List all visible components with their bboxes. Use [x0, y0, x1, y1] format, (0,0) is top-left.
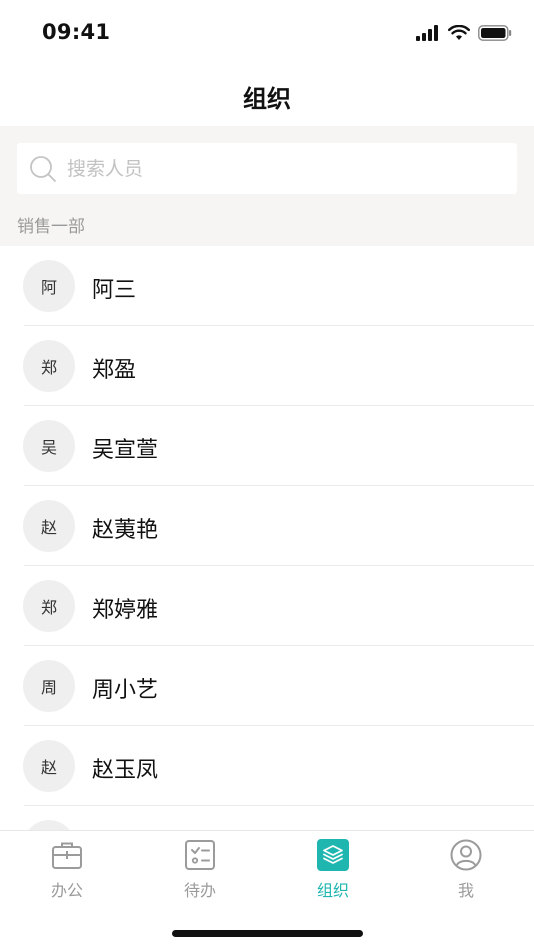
contact-item[interactable]: 阿 阿三 [0, 246, 534, 326]
avatar: 赵 [23, 500, 75, 552]
contact-name: 周小艺 [92, 678, 159, 703]
contact-name: 吴宣萱 [92, 438, 159, 463]
avatar: 赵 [23, 740, 75, 792]
user-icon [450, 839, 482, 871]
avatar: 郑 [23, 580, 75, 632]
search-input[interactable] [67, 143, 507, 194]
contact-item[interactable]: 吴 吴宣萱 [0, 406, 534, 486]
cellular-signal-icon [416, 25, 438, 41]
avatar: 周 [23, 660, 75, 712]
tab-label: 办公 [50, 881, 83, 900]
tab-me[interactable]: 我 [426, 839, 506, 901]
search-box[interactable] [17, 143, 517, 194]
contact-item[interactable]: 周 周小艺 [0, 646, 534, 726]
contact-name: 赵玉凤 [92, 758, 159, 783]
contact-item[interactable]: 郑 郑盈 [0, 326, 534, 406]
search-section: 销售一部 [0, 126, 534, 246]
tab-office[interactable]: 办公 [27, 839, 107, 901]
contact-name: 阿三 [92, 278, 137, 303]
contact-item[interactable] [0, 806, 534, 830]
avatar: 郑 [23, 340, 75, 392]
contact-name: 郑婷雅 [92, 598, 159, 623]
contact-item[interactable]: 赵 赵荑艳 [0, 486, 534, 566]
contact-list: 阿 阿三 郑 郑盈 吴 吴宣萱 赵 赵荑艳 郑 郑婷雅 周 周小艺 赵 赵玉凤 [0, 246, 534, 830]
avatar [23, 820, 75, 830]
contact-name: 赵荑艳 [92, 518, 159, 543]
page-title: 组织 [243, 84, 291, 113]
status-bar: 09:41 [0, 0, 534, 66]
search-icon [30, 156, 56, 182]
tab-organization[interactable]: 组织 [293, 839, 373, 901]
avatar: 吴 [23, 420, 75, 472]
contact-item[interactable]: 赵 赵玉凤 [0, 726, 534, 806]
status-time: 09:41 [42, 20, 111, 44]
tab-label: 组织 [316, 881, 349, 900]
battery-icon [478, 25, 512, 41]
contact-name: 郑盈 [92, 358, 137, 383]
contact-item[interactable]: 郑 郑婷雅 [0, 566, 534, 646]
home-indicator [172, 930, 363, 937]
tab-label: 待办 [183, 881, 216, 900]
wifi-icon [448, 25, 470, 40]
nav-bar: 组织 [0, 66, 534, 126]
tab-label: 我 [457, 881, 474, 900]
department-label: 销售一部 [17, 217, 85, 237]
avatar: 阿 [23, 260, 75, 312]
status-icons [416, 24, 512, 42]
briefcase-icon [52, 842, 82, 869]
tab-todo[interactable]: 待办 [160, 839, 240, 901]
checklist-icon [185, 840, 215, 870]
layers-icon [317, 839, 349, 871]
